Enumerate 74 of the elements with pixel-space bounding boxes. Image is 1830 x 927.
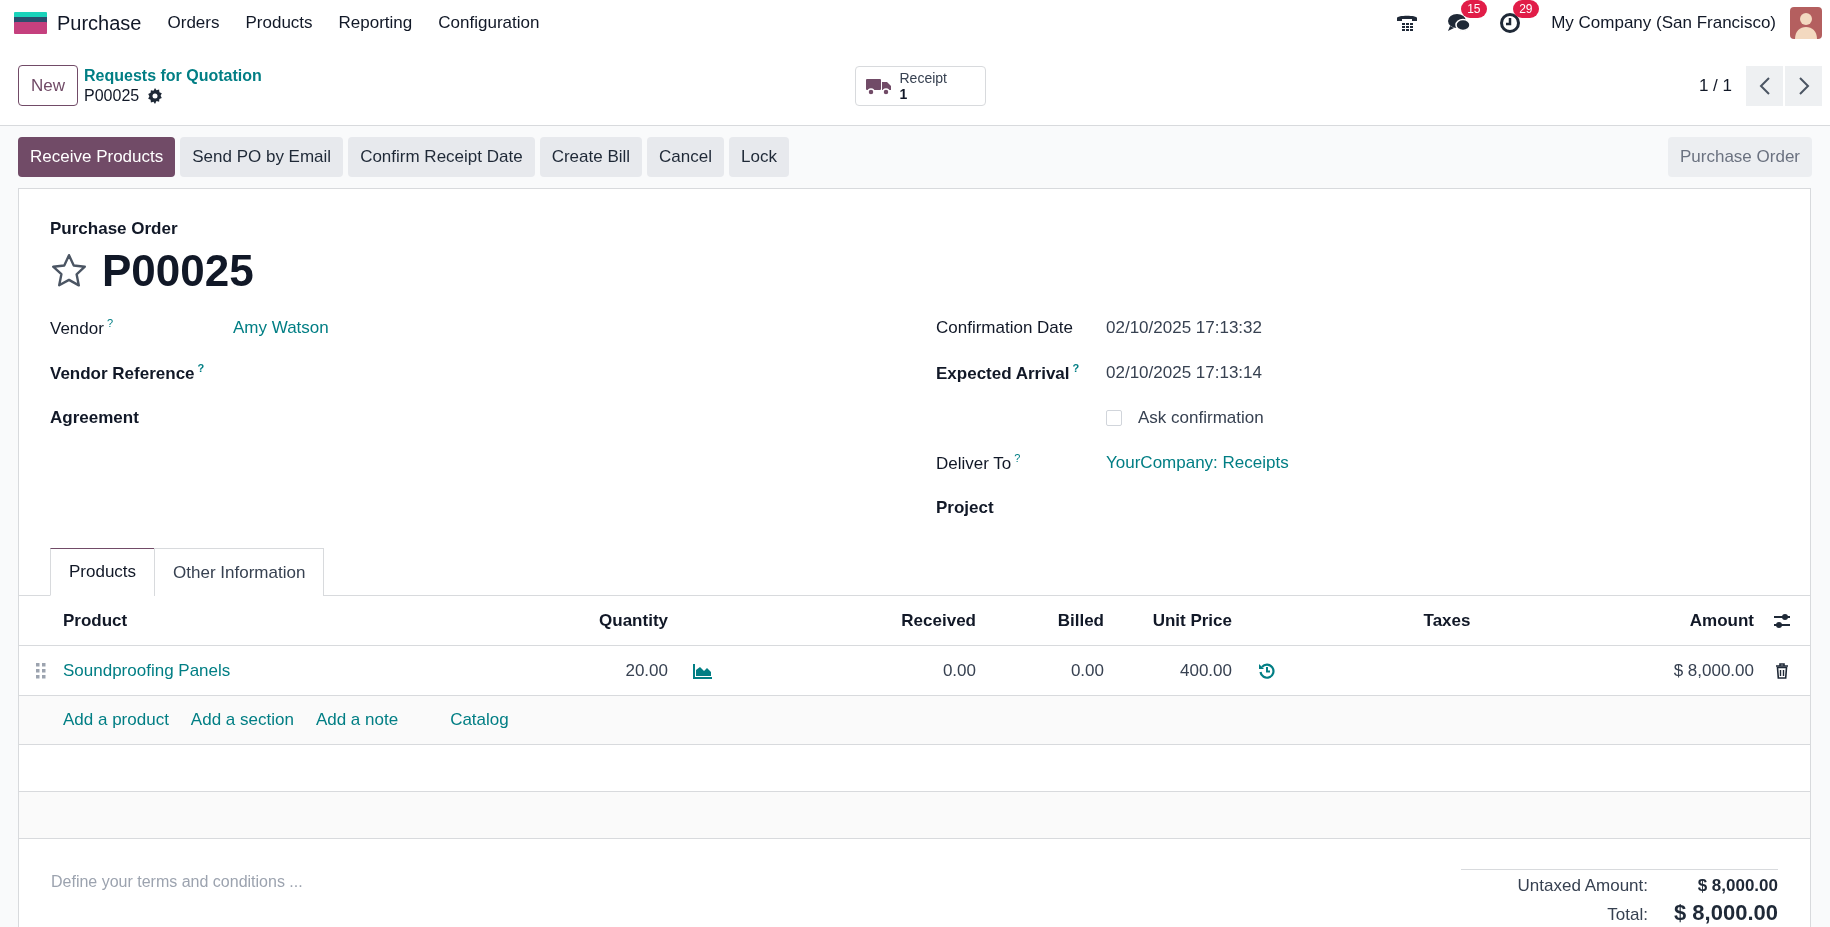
checkbox[interactable] <box>1106 409 1122 426</box>
table-cell-text: 0.00 <box>1069 660 1104 681</box>
record-name: P00025 <box>84 85 140 106</box>
previous-button[interactable] <box>1746 65 1783 106</box>
column-header[interactable]: Billed <box>976 610 1104 631</box>
column-header[interactable]: Unit Price <box>1104 610 1232 631</box>
field-value: 02/10/2025 17:13:32 <box>1106 317 1262 338</box>
column-header[interactable]: Taxes <box>1302 610 1592 631</box>
app-name[interactable]: Purchase <box>57 11 142 35</box>
receipt-smart-button[interactable]: Receipt 1 <box>854 65 986 106</box>
terms-field[interactable]: Define your terms and conditions ... <box>51 869 551 895</box>
column-header[interactable]: Amount <box>1592 610 1754 631</box>
table-cell-text: $ 8,000.00 <box>1672 660 1754 681</box>
tab[interactable]: Other Information <box>154 548 325 596</box>
add-line-link[interactable]: Catalog <box>450 710 509 730</box>
field-link[interactable]: Amy Watson <box>233 317 329 338</box>
column-header[interactable]: Quantity <box>513 610 668 631</box>
column-settings-icon[interactable] <box>1773 612 1791 629</box>
menu-item[interactable]: Orders <box>154 13 233 33</box>
menu-item[interactable]: Configuration <box>425 13 553 33</box>
action-button[interactable]: Cancel <box>647 137 724 177</box>
app-logo-icon <box>14 12 47 34</box>
new-button[interactable]: New <box>18 65 78 106</box>
notification-badge: 15 <box>1461 0 1487 18</box>
form-subtitle: Purchase Order <box>50 219 179 239</box>
history-icon[interactable] <box>1258 661 1276 680</box>
action-button[interactable]: Create Bill <box>539 137 643 177</box>
table-cell-text: 400.00 <box>1179 660 1232 681</box>
table-cell-text: 20.00 <box>624 660 668 681</box>
field-label: Agreement <box>50 407 140 428</box>
action-button[interactable]: Confirm Receipt Date <box>348 137 535 177</box>
action-button[interactable]: Send PO by Email <box>180 137 344 177</box>
star-icon[interactable] <box>50 252 88 290</box>
add-line-link[interactable]: Add a note <box>315 710 399 730</box>
action-button[interactable]: Lock <box>729 137 789 177</box>
breadcrumb-link[interactable]: Requests for Quotation <box>84 65 262 86</box>
trash-icon[interactable] <box>1775 662 1789 679</box>
menu-item[interactable]: Products <box>232 13 326 33</box>
tab[interactable]: Products <box>50 548 156 596</box>
clock-icon[interactable] <box>1499 12 1522 34</box>
total-value: $ 8,000.00 <box>1696 876 1778 896</box>
checkbox-label[interactable]: Ask confirmation <box>1138 407 1264 428</box>
action-button[interactable]: Receive Products <box>18 137 176 177</box>
pager-value: 1 / 1 <box>1698 75 1732 96</box>
record-title: P00025 <box>102 245 254 297</box>
chevron-right-icon <box>1797 75 1810 96</box>
avatar-icon[interactable] <box>1790 7 1822 39</box>
field-value: 02/10/2025 17:13:14 <box>1106 362 1262 383</box>
company-name[interactable]: My Company (San Francisco) <box>1551 13 1776 33</box>
total-label: Total: <box>1606 905 1648 925</box>
chat-icon[interactable] <box>1447 12 1472 34</box>
drag-handle-icon[interactable] <box>36 662 46 679</box>
next-button[interactable] <box>1785 65 1822 106</box>
column-header[interactable]: Product <box>63 610 513 631</box>
table-cell-text: 0.00 <box>941 660 976 681</box>
menu-item[interactable]: Reporting <box>325 13 426 33</box>
product-link[interactable]: Soundproofing Panels <box>63 660 513 681</box>
total-value: $ 8,000.00 <box>1673 900 1778 926</box>
field-label: Vendor Reference $^{?}$ <box>50 361 206 384</box>
column-header[interactable]: Received <box>738 610 976 631</box>
gear-icon[interactable] <box>147 87 164 104</box>
field-link[interactable]: YourCompany: Receipts <box>1106 452 1289 473</box>
total-label: Untaxed Amount: <box>1516 876 1648 896</box>
area-chart-icon[interactable] <box>693 662 713 679</box>
add-line-link[interactable]: Add a product <box>63 710 169 730</box>
status-stage[interactable]: Purchase Order <box>1668 137 1812 177</box>
add-line-link[interactable]: Add a section <box>190 710 294 730</box>
notification-badge: 29 <box>1513 0 1539 18</box>
field-label: Project <box>936 497 995 518</box>
field-label: Deliver To $^{?}$ <box>936 451 1022 474</box>
field-label: Confirmation Date <box>936 317 1074 338</box>
chevron-left-icon <box>1758 75 1771 96</box>
field-label: Expected Arrival $^{?}$ <box>936 361 1081 384</box>
field-label: Vendor $^{?}$ <box>50 316 114 339</box>
